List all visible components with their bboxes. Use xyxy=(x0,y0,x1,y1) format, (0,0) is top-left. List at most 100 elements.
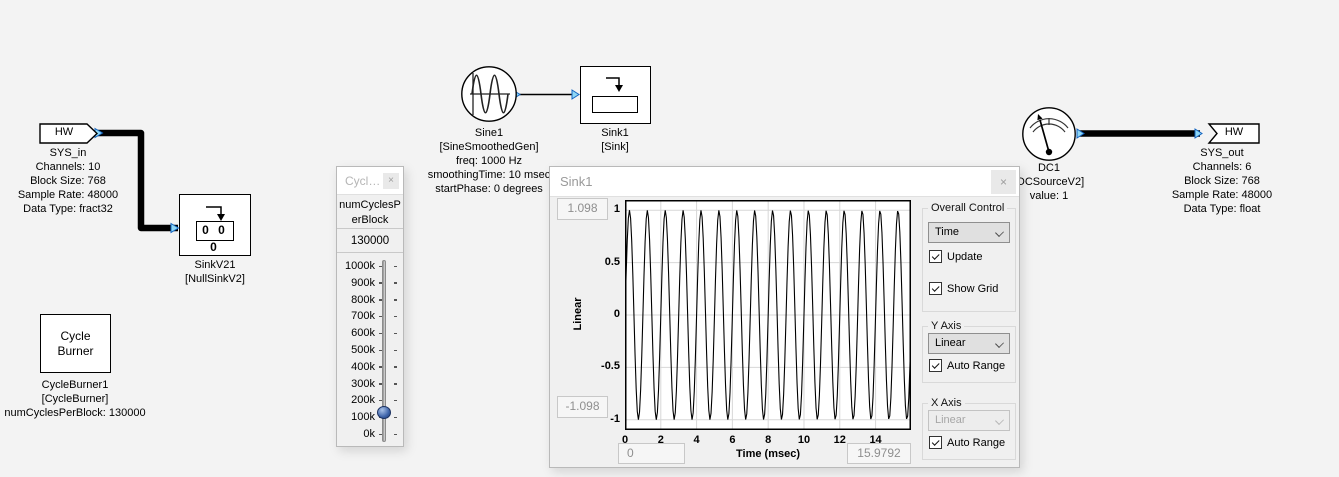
slider-window-titlebar[interactable]: Cycle... × xyxy=(337,167,403,195)
pin-sink1-input[interactable] xyxy=(572,90,579,99)
y-axis-label: Linear xyxy=(572,264,584,364)
slider-scale-row: 800k xyxy=(337,293,405,307)
checkbox-checked-icon xyxy=(929,282,942,295)
sinkv21-counter-display: 0 0 0 xyxy=(196,221,234,241)
slider-scale-row: 600k xyxy=(337,326,405,340)
x-max-readout[interactable]: 15.9792 xyxy=(847,443,911,464)
y-tick-label: 0.5 xyxy=(590,256,620,268)
block-prop-line: Data Type: fract32 xyxy=(0,202,148,216)
y-tick-label: 1 xyxy=(590,203,620,215)
sink1-caption: Sink1 [Sink] xyxy=(535,126,695,154)
x-axis-label: Time (msec) xyxy=(708,448,828,460)
dc1-block[interactable] xyxy=(1022,106,1078,162)
sink1-block[interactable] xyxy=(580,66,651,124)
sinkv21-caption: SinkV21 [NullSinkV2] xyxy=(135,258,295,286)
y-auto-range-label: Auto Range xyxy=(947,360,1005,372)
block-type-label: [NullSinkV2] xyxy=(135,272,295,286)
cycleburner-icon-text: Burner xyxy=(57,344,93,359)
block-prop-line: Block Size: 768 xyxy=(0,174,148,188)
block-prop-line: startPhase: 0 degrees xyxy=(409,182,569,196)
cycleburner-slider-window: Cycle... × numCyclesPerBlock 130000 1000… xyxy=(336,166,404,447)
slider-scale-row: 1000k xyxy=(337,259,405,273)
slider-scale-row: 500k xyxy=(337,343,405,357)
slider-param-label: numCyclesPerBlock xyxy=(337,195,403,229)
x-tick-label: 0 xyxy=(610,434,640,446)
x-tick-label: 14 xyxy=(861,434,891,446)
block-prop-line: Channels: 10 xyxy=(0,160,148,174)
x-tick-label: 2 xyxy=(646,434,676,446)
y-tick-label: 0 xyxy=(590,308,620,320)
slider-param-value[interactable]: 130000 xyxy=(337,229,403,253)
sys-in-caption: SYS_in Channels: 10 Block Size: 768 Samp… xyxy=(0,146,148,216)
sink-window-title: Sink1 xyxy=(560,167,593,197)
block-prop-line: freq: 1000 Hz xyxy=(409,154,569,168)
x-scale-select-value: Linear xyxy=(935,414,966,426)
block-prop-line: numCyclesPerBlock: 130000 xyxy=(0,406,155,420)
slider-scale-row: 400k xyxy=(337,360,405,374)
update-checkbox-label: Update xyxy=(947,251,982,263)
sys-out-flag-label: HW xyxy=(1209,126,1259,138)
y-tick-label: -0.5 xyxy=(590,360,620,372)
sink-window-close-button[interactable]: × xyxy=(991,170,1016,194)
slider-window-title: Cycle... xyxy=(345,167,381,195)
domain-select[interactable]: Time xyxy=(928,222,1010,243)
sink1-scope-window: Sink1 × 1.098 -1.098 Linear Time (msec) … xyxy=(549,166,1020,468)
x-min-readout[interactable]: 0 xyxy=(618,443,685,464)
sink1-display-icon xyxy=(592,96,638,113)
y-scale-select[interactable]: Linear xyxy=(928,333,1010,354)
block-prop-line: Data Type: float xyxy=(1142,202,1302,216)
slider-window-close-button[interactable]: × xyxy=(383,173,399,189)
sys-out-caption: SYS_out Channels: 6 Block Size: 768 Samp… xyxy=(1142,146,1302,216)
x-tick-label: 8 xyxy=(753,434,783,446)
chevron-down-icon xyxy=(995,228,1004,237)
cycleburner-caption: CycleBurner1 [CycleBurner] numCyclesPerB… xyxy=(0,378,155,420)
x-tick-label: 10 xyxy=(789,434,819,446)
slider-scale-row: 200k xyxy=(337,393,405,407)
slider-scale-row: 700k xyxy=(337,309,405,323)
y-scale-select-value: Linear xyxy=(935,337,966,349)
chevron-down-icon xyxy=(995,339,1004,348)
block-name-label: SinkV21 xyxy=(135,258,295,272)
y-auto-range-checkbox[interactable]: Auto Range xyxy=(929,359,1005,372)
x-auto-range-label: Auto Range xyxy=(947,437,1005,449)
y-axis-group-label: Y Axis xyxy=(928,320,964,332)
slider-thumb[interactable] xyxy=(377,406,391,419)
x-axis-group-label: X Axis xyxy=(928,397,965,409)
block-prop-line: Channels: 6 xyxy=(1142,160,1302,174)
block-prop-line: Sample Rate: 48000 xyxy=(0,188,148,202)
show-grid-checkbox-label: Show Grid xyxy=(947,283,998,295)
domain-select-value: Time xyxy=(935,226,959,238)
block-name-label: SYS_in xyxy=(0,146,148,160)
overall-control-group-label: Overall Control xyxy=(928,202,1007,214)
slider-scale-row: 100k xyxy=(337,410,405,424)
x-scale-select: Linear xyxy=(928,410,1010,431)
chevron-down-icon xyxy=(995,416,1004,425)
slider-scale-row: 0k xyxy=(337,427,405,441)
sink-window-titlebar[interactable]: Sink1 × xyxy=(550,167,1019,197)
x-tick-label: 6 xyxy=(717,434,747,446)
block-type-label: [Sink] xyxy=(535,140,695,154)
sys-in-flag-label: HW xyxy=(39,126,89,138)
block-prop-line: smoothingTime: 10 msec xyxy=(409,168,569,182)
show-grid-checkbox[interactable]: Show Grid xyxy=(929,282,998,295)
x-auto-range-checkbox[interactable]: Auto Range xyxy=(929,436,1005,449)
block-name-label: Sink1 xyxy=(535,126,695,140)
scope-plot[interactable] xyxy=(625,200,911,430)
slider-scale: 1000k 900k 800k 700k 600k 500k 400k 300k 200k 100… xyxy=(337,259,405,451)
block-name-label: CycleBurner1 xyxy=(0,378,155,392)
block-prop-line: Block Size: 768 xyxy=(1142,174,1302,188)
sine1-block[interactable] xyxy=(460,65,518,123)
block-name-label: SYS_out xyxy=(1142,146,1302,160)
update-checkbox[interactable]: Update xyxy=(929,250,982,263)
y-tick-label: -1 xyxy=(590,413,620,425)
block-type-label: [CycleBurner] xyxy=(0,392,155,406)
slider-scale-row: 300k xyxy=(337,377,405,391)
block-prop-line: Sample Rate: 48000 xyxy=(1142,188,1302,202)
cycleburner-block[interactable]: Cycle Burner xyxy=(40,314,111,373)
checkbox-checked-icon xyxy=(929,359,942,372)
sinkv21-block[interactable]: 0 0 0 xyxy=(179,194,251,256)
x-tick-label: 12 xyxy=(825,434,855,446)
slider-scale-row: 900k xyxy=(337,276,405,290)
x-tick-label: 4 xyxy=(682,434,712,446)
cycleburner-icon-text: Cycle xyxy=(60,329,90,344)
